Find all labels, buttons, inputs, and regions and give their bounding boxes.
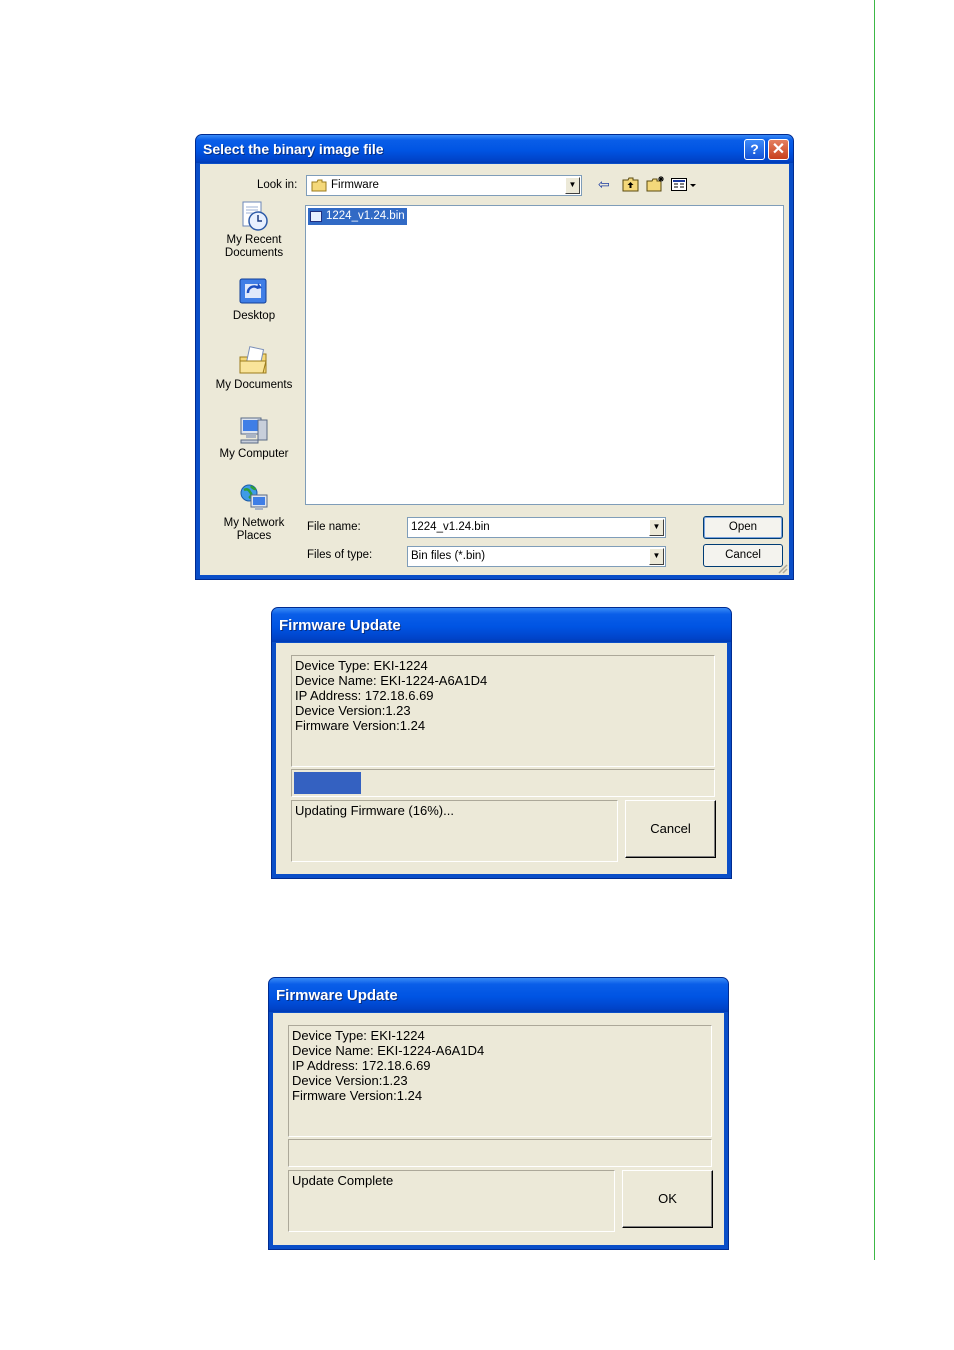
dialog-title-bar[interactable]: Select the binary image file ? ✕: [196, 135, 793, 163]
file-name-label: File name:: [307, 521, 361, 533]
cancel-button[interactable]: Cancel: [625, 800, 716, 858]
place-my-documents[interactable]: My Documents: [204, 345, 304, 392]
dialog-title: Select the binary image file: [203, 141, 384, 157]
place-label: My Network: [223, 517, 285, 529]
file-name-field[interactable]: 1224_v1.24.bin ▼: [407, 517, 666, 538]
look-in-value: Firmware: [331, 179, 379, 191]
chevron-down-icon[interactable]: ▼: [649, 519, 664, 536]
ok-button-label: OK: [658, 1191, 677, 1206]
close-icon: ✕: [771, 141, 786, 158]
progress-bar: [288, 1139, 712, 1167]
look-in-dropdown[interactable]: Firmware ▼: [306, 175, 582, 196]
cancel-button-label: Cancel: [725, 549, 761, 561]
open-button-label: Open: [728, 521, 758, 533]
file-type-dropdown[interactable]: Bin files (*.bin) ▼: [407, 546, 666, 567]
device-type-text: Device Type: EKI-1224: [295, 658, 428, 673]
progress-bar-fill: [294, 772, 361, 794]
status-text: Updating Firmware (16%)...: [295, 803, 454, 818]
place-label: My Documents: [215, 379, 293, 391]
status-panel: Update Complete: [288, 1170, 615, 1232]
resize-grip-icon[interactable]: [776, 562, 788, 574]
dialog-client-area: Device Type: EKI-1224 Device Name: EKI-1…: [276, 643, 727, 874]
device-type-text: Device Type: EKI-1224: [292, 1028, 425, 1043]
place-recent-documents[interactable]: My Recent Documents: [204, 200, 304, 260]
dialog-title: Firmware Update: [276, 987, 398, 1004]
place-my-computer[interactable]: My Computer: [204, 414, 304, 461]
device-version-text: Device Version:1.23: [295, 703, 411, 718]
network-places-icon: [240, 484, 268, 510]
close-button[interactable]: ✕: [768, 139, 789, 160]
progress-bar: [291, 769, 715, 797]
cancel-button[interactable]: Cancel: [703, 544, 783, 567]
chevron-down-icon[interactable]: ▼: [565, 177, 580, 194]
firmware-update-dialog-complete: Firmware Update Device Type: EKI-1224 De…: [268, 977, 729, 1250]
file-type-value: Bin files (*.bin): [411, 550, 486, 562]
place-label: Places: [236, 530, 272, 542]
firmware-version-text: Firmware Version:1.24: [292, 1088, 423, 1103]
dialog-client-area: Device Type: EKI-1224 Device Name: EKI-1…: [273, 1013, 724, 1245]
device-version-text: Device Version:1.23: [292, 1073, 408, 1088]
dialog-client-area: Look in: Firmware ▼ ⇦ My Recent Document…: [200, 164, 789, 575]
chevron-down-icon[interactable]: ▼: [649, 548, 664, 565]
bin-file-icon: [310, 211, 322, 222]
file-list[interactable]: 1224_v1.24.bin: [305, 205, 784, 505]
back-arrow-icon[interactable]: ⇦: [598, 176, 610, 193]
status-panel: Updating Firmware (16%)...: [291, 800, 618, 862]
ip-address-text: IP Address: 172.18.6.69: [292, 1058, 431, 1073]
place-my-network[interactable]: My Network Places: [204, 483, 304, 543]
file-open-dialog: Select the binary image file ? ✕ Look in…: [195, 134, 794, 580]
device-name-text: Device Name: EKI-1224-A6A1D4: [295, 673, 488, 688]
place-label: Desktop: [232, 310, 276, 322]
my-computer-icon: [240, 417, 268, 444]
firmware-update-dialog-progress: Firmware Update Device Type: EKI-1224 De…: [271, 607, 732, 879]
dialog-title-bar[interactable]: Firmware Update: [269, 978, 728, 1012]
new-folder-icon[interactable]: [646, 176, 665, 192]
place-label: My Computer: [219, 448, 289, 460]
ok-button[interactable]: OK: [622, 1170, 713, 1228]
file-list-item[interactable]: 1224_v1.24.bin: [308, 208, 407, 225]
ip-address-text: IP Address: 172.18.6.69: [295, 688, 434, 703]
look-in-label: Look in:: [257, 179, 298, 191]
device-info-panel: Device Type: EKI-1224 Device Name: EKI-1…: [288, 1025, 712, 1137]
device-name-text: Device Name: EKI-1224-A6A1D4: [292, 1043, 485, 1058]
place-label: Documents: [224, 247, 284, 259]
dialog-title: Firmware Update: [279, 617, 401, 634]
cancel-button-label: Cancel: [650, 821, 691, 836]
file-list-item-label: 1224_v1.24.bin: [326, 210, 405, 222]
place-label: My Recent: [226, 234, 282, 246]
file-name-value: 1224_v1.24.bin: [411, 521, 490, 533]
dialog-title-bar[interactable]: Firmware Update: [272, 608, 731, 642]
my-documents-icon: [239, 346, 267, 374]
up-folder-icon[interactable]: [622, 177, 639, 192]
recent-documents-icon: [242, 201, 268, 231]
status-text: Update Complete: [292, 1173, 394, 1188]
file-type-label: Files of type:: [307, 549, 373, 561]
firmware-version-text: Firmware Version:1.24: [295, 718, 426, 733]
desktop-icon: [239, 278, 267, 304]
place-desktop[interactable]: Desktop: [204, 276, 304, 323]
page-margin-rule: [874, 0, 875, 1260]
help-button[interactable]: ?: [744, 139, 765, 160]
open-button[interactable]: Open: [703, 516, 783, 539]
view-menu-icon[interactable]: [671, 178, 697, 192]
device-info-panel: Device Type: EKI-1224 Device Name: EKI-1…: [291, 655, 715, 767]
folder-icon: [311, 179, 327, 192]
help-icon: ?: [750, 141, 759, 157]
